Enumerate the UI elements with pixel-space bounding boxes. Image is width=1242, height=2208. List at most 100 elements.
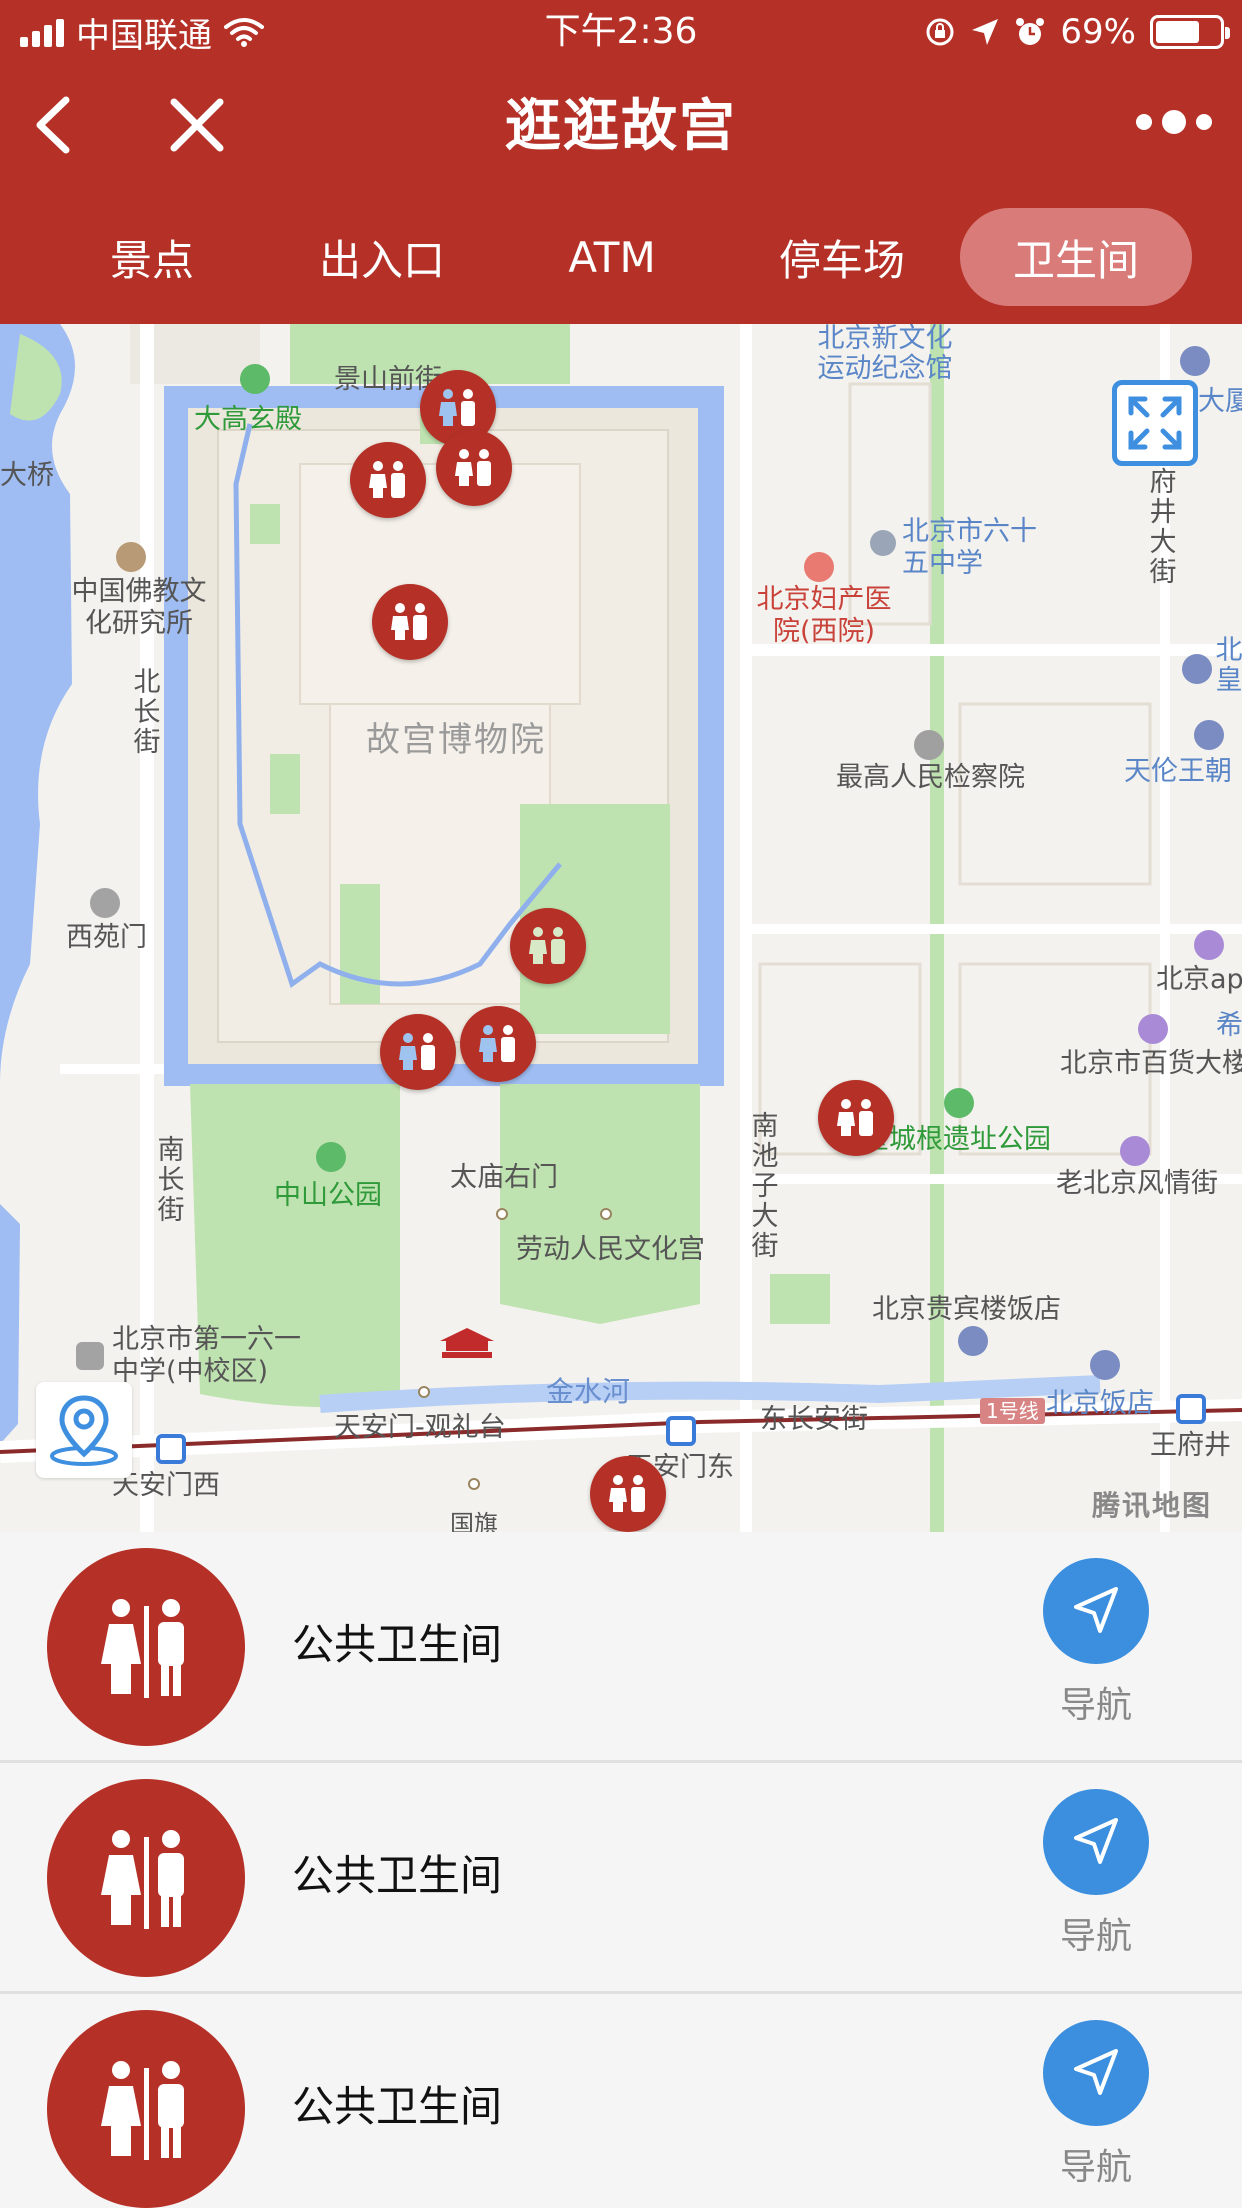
restroom-marker[interactable] [510,908,586,984]
fullscreen-button[interactable] [1112,380,1198,466]
restroom-marker[interactable] [460,1006,536,1082]
poi-dot [1090,1350,1120,1380]
poi-dot [90,888,120,918]
map-view[interactable]: 故宫博物院 景山前街 大高玄殿 大桥 中国佛教文化研究所 北长街 西苑门 南长街… [0,324,1242,1532]
list-item[interactable]: 公共卫生间 导航 [0,1532,1242,1763]
map-label-daqiao: 大桥 [0,460,54,491]
map-label-zhongshan: 中山公园 [274,1180,382,1211]
restroom-marker[interactable] [372,584,448,660]
poi-dot [1194,930,1224,960]
poi-dot [1182,654,1212,684]
map-label-baihuo: 北京市百货大楼 [1060,1048,1242,1079]
list-item[interactable]: 公共卫生间 导航 [0,1763,1242,1994]
battery-fill [1156,21,1199,43]
restroom-icon [47,1548,245,1746]
restroom-icon [479,1025,515,1062]
map-label-tiananmen-stop: 天安门-观礼台 [334,1412,506,1443]
navigate-button[interactable] [1043,1789,1149,1895]
map-label-wangfujing: 王府井 [1150,1430,1231,1461]
list-item[interactable]: 公共卫生间 导航 [0,1994,1242,2208]
map-label-tianlun: 天伦王朝 [1124,756,1232,787]
more-dot-icon [1162,110,1186,134]
poi-dot [240,364,270,394]
tab-atm[interactable]: ATM [512,208,712,306]
tab-entrances[interactable]: 出入口 [282,208,482,306]
map-label-jinshui: 金水河 [546,1375,631,1408]
map-label-jianchayuan: 最高人民检察院 [836,762,1025,793]
poi-dot [1180,346,1210,376]
restroom-marker[interactable] [350,442,426,518]
map-label-beihuang: 北皇 [1215,635,1242,696]
navigation-arrow-icon [1074,1587,1118,1633]
restroom-icon [455,449,491,486]
restroom-glyph-icon [101,1830,184,1929]
restroom-icon [391,603,427,640]
location-arrow-icon [972,19,999,45]
navigate-button[interactable] [1043,1558,1149,1664]
restroom-icon [369,461,405,498]
poi-dot [316,1142,346,1172]
location-pin-icon [50,1395,118,1466]
map-label-fuchan: 北京妇产医院(西院) [756,584,892,647]
restroom-icon [47,1779,245,1977]
navigate-label[interactable]: 导航 [1040,1915,1152,1959]
app-header: 中国联通 下午2:36 69% 逛逛故宫 景点 出入口 ATM 停车场 卫生间 [0,0,1242,324]
more-dot-icon [1196,114,1212,130]
map-label-apm: 北京apm [1156,964,1242,995]
restroom-marker[interactable] [590,1456,666,1532]
subway-station-icon [1176,1394,1206,1424]
poi-dot [914,730,944,760]
more-menu-button[interactable] [1136,110,1212,134]
restroom-icon [47,2010,245,2208]
map-label-taimiao: 太庙右门 [450,1162,558,1193]
restroom-list: 公共卫生间 导航 公共卫生间 导航 公共卫生间 导航 [0,1532,1242,2208]
tiananmen-gate-icon [440,1328,494,1358]
poi-dot [958,1326,988,1356]
map-label-beichang: 北长街 [133,667,161,758]
poi-dot [944,1088,974,1118]
map-label-dasha: 大厦 [1198,386,1242,417]
locate-me-button[interactable] [36,1382,132,1478]
restroom-marker[interactable] [436,430,512,506]
map-label-xi: 希 [1216,1010,1242,1041]
restroom-marker[interactable] [818,1080,894,1156]
map-label-nanchang: 南长街 [157,1135,185,1226]
poi-dot [1194,720,1224,750]
map-label-museum: 故宫博物院 [366,720,546,760]
restroom-glyph-icon [101,1599,184,1698]
restroom-icon [529,927,565,964]
restroom-glyph-icon [101,2061,184,2160]
restroom-title: 公共卫生间 [292,1851,503,1900]
poi-dot [468,1478,480,1490]
map-label-nanchizi: 南池子大街 [751,1111,779,1262]
rotation-lock-icon [926,18,954,46]
restroom-marker[interactable] [380,1014,456,1090]
map-label-buddhist: 中国佛教文化研究所 [71,576,207,639]
restroom-icon [837,1099,873,1136]
map-label-xinwenhua: 北京新文化运动纪念馆 [817,324,953,384]
tab-restrooms[interactable]: 卫生间 [960,208,1192,306]
subway-station-icon [156,1434,186,1464]
poi-dot [76,1342,104,1370]
battery-percent: 69% [1060,12,1136,52]
navigate-label[interactable]: 导航 [1040,2146,1152,2190]
map-provider-logo: 腾讯地图 [1091,1489,1212,1522]
status-right: 69% [924,10,1230,54]
navigate-button[interactable] [1043,2020,1149,2126]
map-label-dongchangan: 东长安街 [760,1404,868,1435]
navigate-label[interactable]: 导航 [1040,1684,1152,1728]
restroom-icon [439,389,475,426]
status-bar: 中国联通 下午2:36 69% [0,0,1242,62]
restroom-icon [609,1475,645,1512]
poi-dot [870,530,896,556]
battery-icon [1150,15,1230,49]
tab-parking[interactable]: 停车场 [742,208,942,306]
tab-scenic-spots[interactable]: 景点 [52,208,252,306]
map-label-bjhotel: 北京饭店 [1046,1388,1154,1419]
alarm-icon [1016,18,1045,45]
restroom-title: 公共卫生间 [292,2082,503,2131]
category-tabs: 景点 出入口 ATM 停车场 卫生间 [0,208,1242,308]
map-label-no161: 北京市第一六一中学(中校区) [112,1324,301,1387]
poi-dot [804,552,834,582]
poi-dot [600,1208,612,1220]
